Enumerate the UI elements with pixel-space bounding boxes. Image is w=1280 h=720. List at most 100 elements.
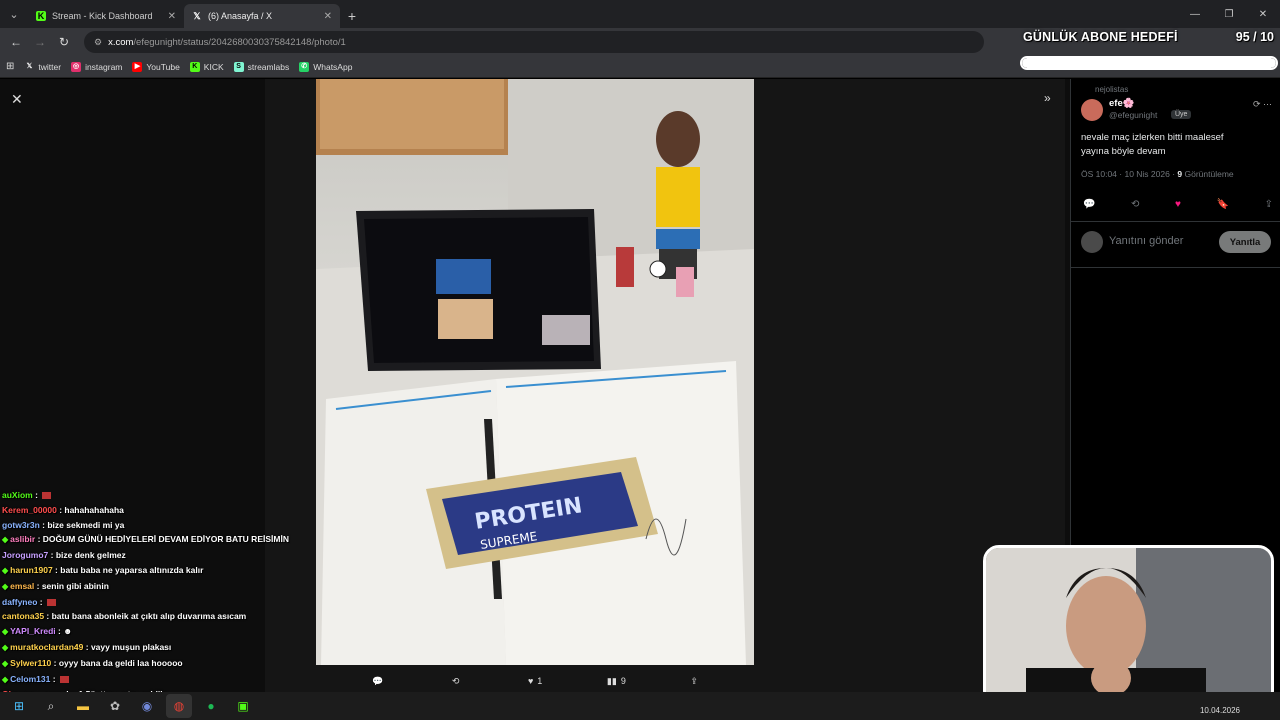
back-icon[interactable]: ← <box>6 32 26 52</box>
views-count: 9 <box>620 676 626 686</box>
chrome-icon[interactable]: ◍ <box>166 694 192 718</box>
chat-text: ☻ <box>63 626 73 637</box>
bookmark-streamlabs[interactable]: Sstreamlabs <box>233 61 289 72</box>
sub-badge-icon: ◆ <box>2 627 9 637</box>
chat-username[interactable]: Sylwer110 <box>10 658 51 668</box>
stream-chat-overlay: auXiom : Kerem_00000 : hahahahahaha gotw3… <box>2 488 302 702</box>
bookmark-icon[interactable]: 🔖 <box>1217 199 1229 210</box>
chat-message: ◆ emsal : senin gibi abinin <box>2 579 302 595</box>
emote-icon <box>59 675 69 683</box>
close-tab-icon[interactable]: ✕ <box>168 11 176 22</box>
bookmark-kick[interactable]: K KICK <box>189 61 224 72</box>
avatar[interactable] <box>1081 99 1103 121</box>
sub-badge-icon: ◆ <box>2 565 9 575</box>
chat-username[interactable]: Celom131 <box>10 674 50 684</box>
heart-icon[interactable]: ♥ <box>1175 199 1181 210</box>
chat-separator: : <box>44 611 52 622</box>
browser-tab-bar: ⌄ K Stream - Kick Dashboard ✕ 𝕏 (6) Anas… <box>0 0 1280 28</box>
desk-photo-illustration: PROTEIN SUPREME <box>316 79 754 665</box>
chat-username[interactable]: Kerem_00000 <box>2 505 57 515</box>
retweet-button[interactable]: ⟲ <box>452 676 464 687</box>
chat-message: ◆ muratkoclardan49 : vayy muşun plakası <box>2 640 302 656</box>
views-button[interactable]: ▮▮ 9 <box>607 676 626 687</box>
retweet-icon[interactable]: ⟲ <box>1131 199 1139 210</box>
tweet-text-line: nevale maç izlerken bitti maalesef <box>1081 132 1224 143</box>
chat-username[interactable]: YAPI_Kredi <box>10 626 56 636</box>
chat-username[interactable]: emsal <box>10 581 34 591</box>
bar-chart-icon: ▮▮ <box>606 675 617 686</box>
tweet-action-row: 💬 ⟲ ♥ 🔖 ⇪ <box>1083 199 1273 210</box>
chat-text: batu bana abonleik at çıktı alıp duvarım… <box>51 611 247 622</box>
bookmark-label: instagram <box>85 61 123 72</box>
close-tab-icon[interactable]: ✕ <box>324 11 332 22</box>
chat-username[interactable]: cantona35 <box>2 611 44 621</box>
chat-separator: : <box>35 534 43 545</box>
taskbar-date: 10.04.2026 <box>1199 706 1240 715</box>
tweet-timestamp[interactable]: ÖS 10:04 · 10 Nis 2026 · <box>1081 169 1175 179</box>
site-info-icon[interactable]: ⚙ <box>94 37 102 48</box>
app-icon[interactable]: ✿ <box>102 694 128 718</box>
apps-icon[interactable]: ⊞ <box>6 61 14 72</box>
bookmark-label: KICK <box>203 61 224 72</box>
divider <box>1071 221 1280 222</box>
chat-username[interactable]: muratkoclardan49 <box>10 642 83 652</box>
windows-taskbar: ⊞ ⌕ ▬ ✿ ◉ ◍ ● ▣ 10.04.2026 <box>0 692 1280 720</box>
spotify-icon[interactable]: ● <box>198 694 224 718</box>
like-button[interactable]: ♥ 1 <box>528 676 542 686</box>
chat-message: auXiom : <box>2 488 302 503</box>
reload-icon[interactable]: ↻ <box>54 32 74 52</box>
reply-input[interactable]: Yanıtını gönder <box>1109 235 1183 247</box>
bookmark-twitter[interactable]: 𝕏twitter <box>24 61 62 72</box>
discord-icon[interactable]: ◉ <box>134 694 160 718</box>
subscriber-goal-widget: GÜNLÜK ABONE HEDEFİ 95 / 10 <box>1018 28 1280 76</box>
kick-favicon-icon: K <box>36 11 46 21</box>
display-name[interactable]: efe🌸 <box>1109 98 1135 109</box>
chat-message: cantona35 : batu bana abonleik at çıktı … <box>2 609 302 624</box>
reply-icon[interactable]: 💬 <box>1083 199 1095 210</box>
views-label: Görüntüleme <box>1184 169 1234 179</box>
chat-text: bize sekmedi mi ya <box>47 519 125 530</box>
sub-badge-icon: ◆ <box>2 535 9 545</box>
search-icon[interactable]: ⌕ <box>38 694 64 718</box>
photo-action-bar: 💬 ⟲ ♥ 1 ▮▮ 9 ⇪ <box>316 669 754 693</box>
youtube-icon: ▶ <box>132 61 143 72</box>
webcam-overlay <box>983 545 1274 707</box>
share-button[interactable]: ⇪ <box>690 676 698 687</box>
minimize-icon[interactable]: — <box>1178 0 1212 28</box>
tab-search-icon[interactable]: ⌄ <box>0 0 28 28</box>
tab-kick-dashboard[interactable]: K Stream - Kick Dashboard ✕ <box>28 4 184 28</box>
chat-username[interactable]: daffyneo <box>2 597 37 607</box>
goal-title: GÜNLÜK ABONE HEDEFİ <box>1023 30 1178 44</box>
sub-badge-icon: ◆ <box>2 642 9 652</box>
bookmark-instagram[interactable]: ◎ instagram <box>71 61 123 72</box>
windows-start-icon[interactable]: ⊞ <box>6 694 32 718</box>
tab-x-home[interactable]: 𝕏 (6) Anasayfa / X ✕ <box>184 4 340 28</box>
close-icon[interactable]: ✕ <box>11 91 23 108</box>
retweet-icon: ⟲ <box>451 675 460 686</box>
user-handle[interactable]: @efegunight <box>1109 110 1157 120</box>
bookmark-whatsapp[interactable]: ✆ WhatsApp <box>299 61 352 72</box>
chat-username[interactable]: aslibir <box>10 534 35 544</box>
close-window-icon[interactable]: ✕ <box>1246 0 1280 28</box>
chat-username[interactable]: gotw3r3n <box>2 520 40 530</box>
bookmark-youtube[interactable]: ▶ YouTube <box>132 61 180 72</box>
divider <box>1071 267 1280 268</box>
reply-button[interactable]: 💬 <box>372 676 387 687</box>
reply-submit-button[interactable]: Yanıtla <box>1219 231 1271 253</box>
bookmark-label: twitter <box>38 61 62 72</box>
chat-text: oyyy bana da geldi laa hooooo <box>58 657 183 668</box>
chat-username[interactable]: harun1907 <box>10 565 53 575</box>
forward-icon[interactable]: → <box>30 32 50 52</box>
chat-message: Kerem_00000 : hahahahahaha <box>2 503 302 518</box>
address-bar[interactable]: ⚙ x.com/efegunight/status/20426800303758… <box>84 31 984 53</box>
more-options-icon[interactable]: ⟳ ⋯ <box>1253 99 1272 110</box>
chat-message: Jorogumo7 : bize denk gelmez <box>2 548 302 563</box>
restore-icon[interactable]: ❐ <box>1212 0 1246 28</box>
chat-username[interactable]: auXiom <box>2 490 33 500</box>
app-icon[interactable]: ▣ <box>230 694 256 718</box>
new-tab-button[interactable]: + <box>340 4 364 28</box>
file-explorer-icon[interactable]: ▬ <box>70 694 96 718</box>
share-icon[interactable]: ⇪ <box>1265 199 1273 210</box>
chat-username[interactable]: Jorogumo7 <box>2 550 48 560</box>
collapse-panel-icon[interactable]: » <box>1044 91 1051 105</box>
